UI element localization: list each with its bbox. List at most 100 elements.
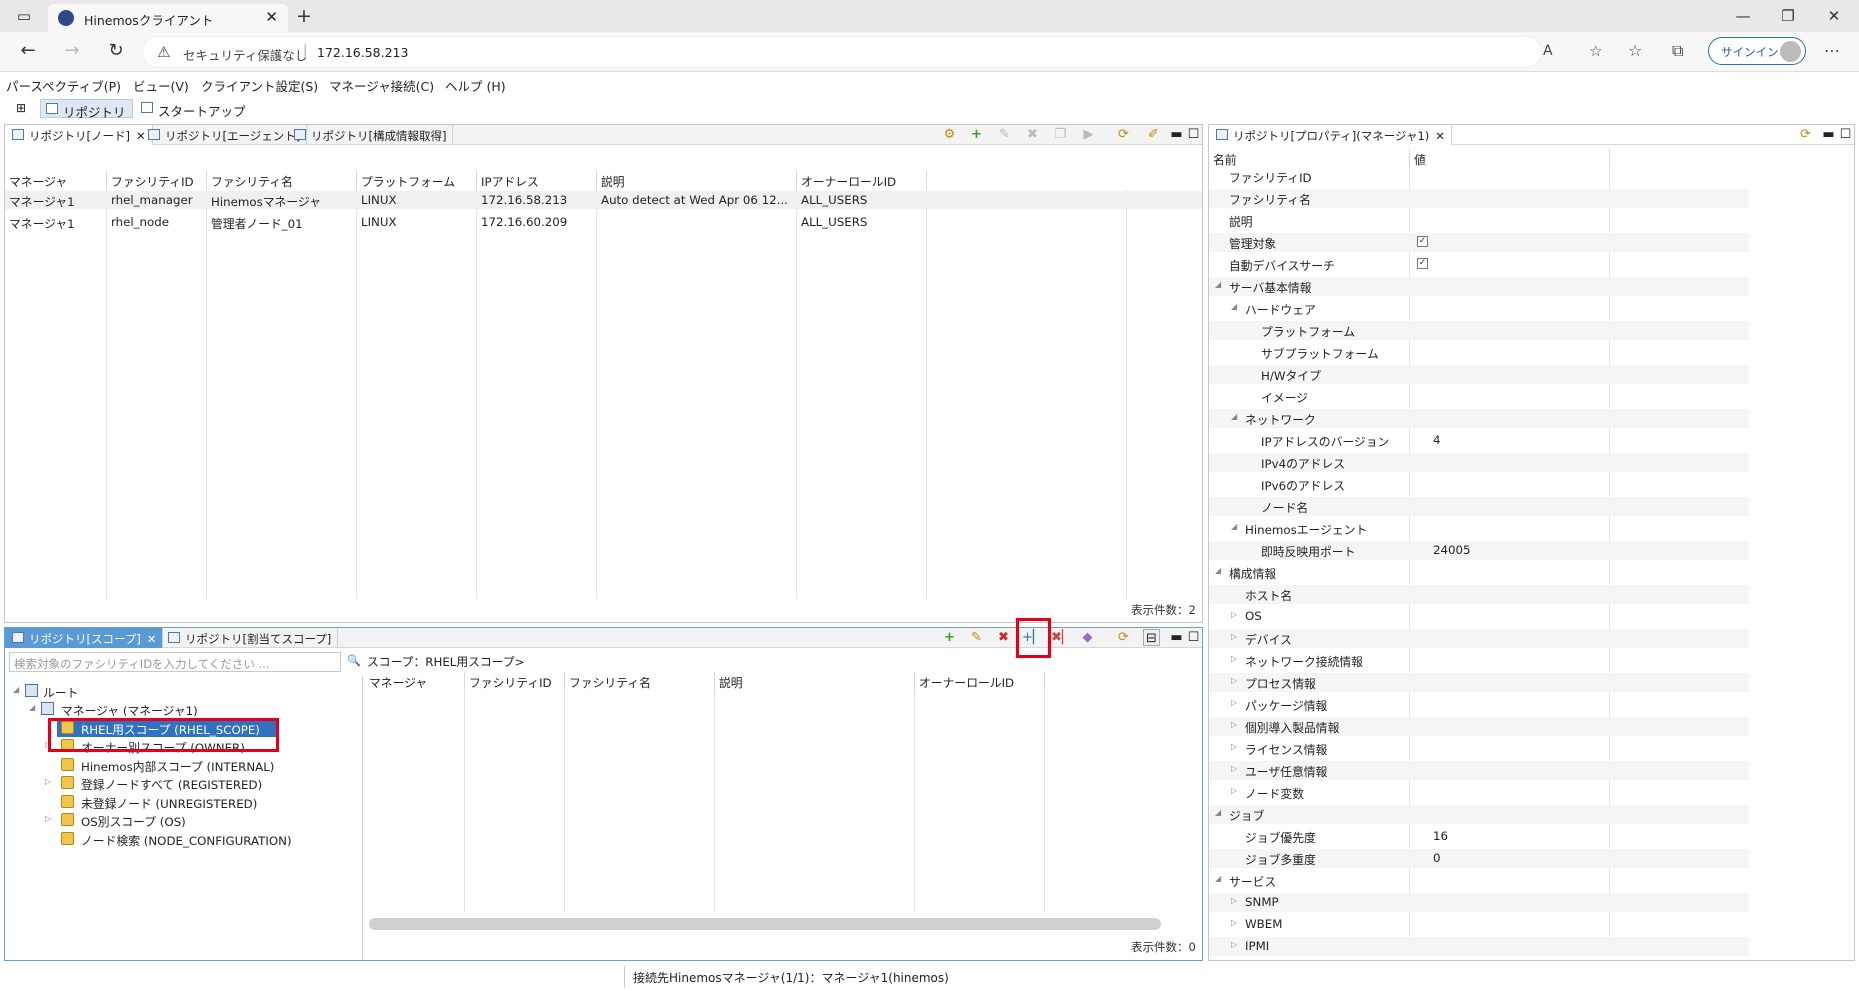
property-row[interactable]: 管理対象 ✓ (1209, 233, 1749, 252)
more-icon[interactable]: ⋯ (1824, 41, 1840, 60)
col-owner-role[interactable]: オーナーロールID (797, 171, 927, 189)
delete-icon[interactable]: ✖ (1024, 126, 1041, 143)
table-row[interactable]: マネージャ1 rhel_manager Hinemosマネージャ LINUX 1… (5, 191, 1202, 209)
release-node-icon[interactable]: ✖▏ (1051, 629, 1072, 646)
forward-icon[interactable]: → (60, 40, 84, 61)
property-row[interactable]: ◢ ハードウェア (1209, 299, 1749, 318)
minimize-view-icon[interactable]: ▬ (1168, 126, 1185, 143)
minimize-view-icon[interactable]: ▬ (1168, 629, 1185, 646)
refresh-icon[interactable]: ⟳ (1797, 126, 1814, 143)
refresh-icon[interactable]: ⟳ (1115, 629, 1132, 646)
property-row[interactable]: ファシリティ名 (1209, 189, 1749, 208)
tab-repository-agent[interactable]: リポジトリ[エージェント] (141, 125, 308, 145)
property-row[interactable]: ジョブ優先度 16 (1209, 827, 1749, 846)
auto-device-search-checkbox[interactable]: ✓ (1417, 258, 1428, 269)
property-row[interactable]: ファシリティID (1209, 167, 1749, 186)
manage-icon[interactable]: ◆ (1079, 629, 1096, 646)
property-row[interactable]: ▷ ネットワーク接続情報 (1209, 651, 1749, 670)
property-row[interactable]: ◢ 構成情報 (1209, 563, 1749, 582)
col-manager[interactable]: マネージャ (365, 672, 465, 690)
property-row[interactable]: ▷ ノード変数 (1209, 783, 1749, 802)
maximize-view-icon[interactable]: ☐ (1185, 629, 1202, 646)
run-icon[interactable]: ▶ (1080, 126, 1097, 143)
minimize-view-icon[interactable]: ▬ (1820, 126, 1837, 143)
property-row[interactable]: ▷ ユーザ任意情報 (1209, 761, 1749, 780)
property-row[interactable]: H/Wタイプ (1209, 365, 1749, 384)
tab-repository-node[interactable]: リポジトリ[ノード] ✕ (5, 125, 153, 145)
tab-repository-scope[interactable]: リポジトリ[スコープ] ✕ (5, 628, 164, 648)
property-row[interactable]: ▷ パッケージ情報 (1209, 695, 1749, 714)
property-row[interactable]: ▷ OS (1209, 607, 1749, 626)
table-row[interactable]: マネージャ1 rhel_node 管理者ノード_01 LINUX 172.16.… (5, 213, 1202, 231)
tab-repository-config[interactable]: リポジトリ[構成情報取得] (287, 125, 454, 145)
property-row[interactable]: イメージ (1209, 387, 1749, 406)
tab-close-icon[interactable]: ✕ (1435, 129, 1445, 143)
horizontal-scrollbar[interactable] (369, 918, 1161, 930)
refresh-icon[interactable]: ⟳ (1115, 126, 1132, 143)
property-row[interactable]: ▷ WBEM (1209, 915, 1749, 934)
col-manager[interactable]: マネージャ (5, 171, 107, 189)
col-facility-name[interactable]: ファシリティ名 (207, 171, 357, 189)
tab-repository-property[interactable]: リポジトリ[プロパティ](マネージャ1) ✕ (1209, 125, 1452, 145)
property-row[interactable]: サブプラットフォーム (1209, 343, 1749, 362)
property-row[interactable]: ▷ 個別導入製品情報 (1209, 717, 1749, 736)
tab-close-icon[interactable]: ✕ (147, 632, 157, 646)
property-row[interactable]: ◢ サーバ基本情報 (1209, 277, 1749, 296)
property-row[interactable]: ノード名 (1209, 497, 1749, 516)
col-ip-address[interactable]: IPアドレス (477, 171, 597, 189)
property-row[interactable]: ◢ サービス (1209, 871, 1749, 890)
open-perspective-icon[interactable]: ⊞ (16, 101, 26, 115)
perspective-repository[interactable]: リポジトリ (40, 99, 133, 120)
facility-search-input[interactable]: 検索対象のファシリティIDを入力してください ... (9, 652, 341, 672)
property-row[interactable]: ジョブ多重度 0 (1209, 849, 1749, 868)
copy-icon[interactable]: ❐ (1052, 126, 1069, 143)
signin-button[interactable]: サインイン (1708, 37, 1806, 65)
menu-perspective[interactable]: パースペクティブ(P) (6, 76, 121, 95)
menu-view[interactable]: ビュー(V) (133, 76, 189, 95)
browser-tab[interactable]: Hinemosクライアント ✕ (48, 4, 288, 32)
property-row[interactable]: ▷ ライセンス情報 (1209, 739, 1749, 758)
property-row[interactable]: IPアドレスのバージョン 4 (1209, 431, 1749, 450)
read-aloud-icon[interactable]: A (1543, 43, 1553, 59)
add-icon[interactable]: + (941, 629, 958, 646)
property-row[interactable]: プラットフォーム (1209, 321, 1749, 340)
tab-close-icon[interactable]: ✕ (265, 8, 278, 26)
add-favorite-icon[interactable]: ☆ (1589, 42, 1602, 60)
restore-icon[interactable]: ❐ (1778, 6, 1798, 26)
property-row[interactable]: 即時反映用ポート 24005 (1209, 541, 1749, 560)
property-row[interactable]: 説明 (1209, 211, 1749, 230)
delete-icon[interactable]: ✖ (995, 629, 1012, 646)
edit-icon[interactable]: ✎ (968, 629, 985, 646)
col-owner-role[interactable]: オーナーロールID (915, 672, 1045, 690)
reload-icon[interactable]: ↻ (104, 40, 128, 61)
search-icon[interactable]: 🔍 (347, 654, 361, 667)
filter-icon[interactable]: ✐ (1145, 126, 1162, 143)
property-row[interactable]: IPv6のアドレス (1209, 475, 1749, 494)
maximize-view-icon[interactable]: ☐ (1185, 126, 1202, 143)
window-close-icon[interactable]: ✕ (1824, 6, 1844, 26)
address-field[interactable]: ⚠ セキュリティ保護なし | 172.16.58.213 A ☆ (142, 36, 1602, 68)
managed-checkbox[interactable]: ✓ (1417, 236, 1428, 247)
perspective-startup[interactable]: スタートアップ (136, 99, 252, 119)
menu-help[interactable]: ヘルプ (H) (445, 76, 506, 95)
collections-icon[interactable]: ⧉ (1672, 41, 1683, 61)
property-row[interactable]: ホスト名 (1209, 585, 1749, 604)
tab-actions-icon[interactable]: ▭ (14, 6, 34, 26)
col-facility-id[interactable]: ファシリティID (465, 672, 565, 690)
property-row[interactable]: ◢ ジョブ (1209, 805, 1749, 824)
col-description[interactable]: 説明 (715, 672, 915, 690)
col-facility-id[interactable]: ファシリティID (107, 171, 207, 189)
property-row[interactable]: ▷ IPMI (1209, 937, 1749, 956)
add-icon[interactable]: + (968, 126, 985, 143)
property-row[interactable]: ◢ ネットワーク (1209, 409, 1749, 428)
favorites-icon[interactable]: ☆ (1628, 41, 1642, 60)
col-platform[interactable]: プラットフォーム (357, 171, 477, 189)
menu-client-settings[interactable]: クライアント設定(S) (201, 76, 318, 95)
menu-manager-connect[interactable]: マネージャ接続(C) (329, 76, 434, 95)
property-row[interactable]: ▷ SNMP (1209, 893, 1749, 912)
property-row[interactable]: 自動デバイスサーチ ✓ (1209, 255, 1749, 274)
tree-toggle-icon[interactable]: ⊟ (1143, 629, 1160, 646)
edit-icon[interactable]: ✎ (996, 126, 1013, 143)
tab-repository-assigned-scope[interactable]: リポジトリ[割当てスコープ] (161, 628, 339, 648)
col-facility-name[interactable]: ファシリティ名 (565, 672, 715, 690)
